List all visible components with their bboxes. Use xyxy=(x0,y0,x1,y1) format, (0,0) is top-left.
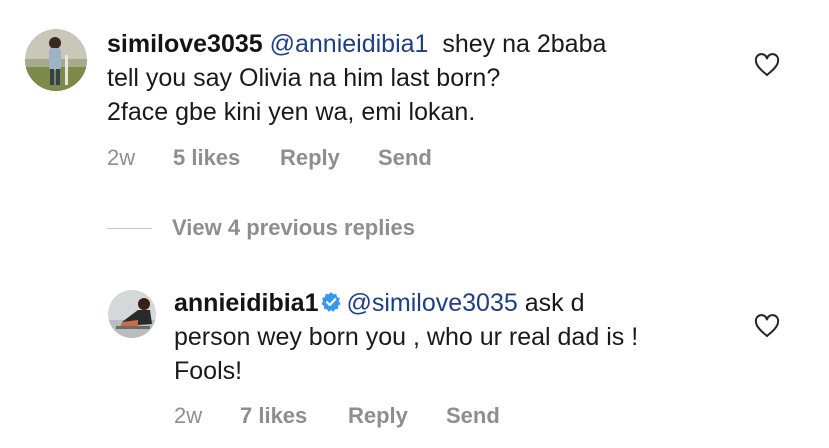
reply-heart-icon[interactable] xyxy=(754,314,780,338)
comment-meta: 2w 5 likes Reply Send xyxy=(107,145,432,171)
comment-reply-button[interactable]: Reply xyxy=(280,145,378,171)
reply-text-1: ask d xyxy=(524,289,585,317)
reply-text-3: Fools! xyxy=(174,357,243,385)
comment-text-1: shey na 2baba xyxy=(442,30,607,58)
replies-divider xyxy=(107,227,152,229)
comment-likes[interactable]: 5 likes xyxy=(173,145,280,171)
reply-send-button[interactable]: Send xyxy=(446,403,500,429)
view-previous-replies-button[interactable]: View 4 previous replies xyxy=(107,215,415,241)
reply-likes[interactable]: 7 likes xyxy=(240,403,348,429)
reply-body: annieidibia1 @similove3035 ask d person … xyxy=(174,286,744,388)
reply-line-1: annieidibia1 @similove3035 ask d xyxy=(174,286,744,320)
reply-mention[interactable]: @similove3035 xyxy=(346,289,517,317)
view-replies-label: View 4 previous replies xyxy=(172,215,415,240)
comment-send-button[interactable]: Send xyxy=(378,145,432,171)
comment-text-2: tell you say Olivia na him last born? xyxy=(107,64,501,92)
comment-mention[interactable]: @annieidibia1 xyxy=(270,30,429,58)
comment-body: similove3035 @annieidibia1 shey na 2baba… xyxy=(107,27,747,129)
comment-line-1: similove3035 @annieidibia1 shey na 2baba xyxy=(107,27,747,61)
reply-reply-button[interactable]: Reply xyxy=(348,403,446,429)
comment-text-3: 2face gbe kini yen wa, emi lokan. xyxy=(107,98,476,126)
comment-age: 2w xyxy=(107,145,136,170)
reply-age: 2w xyxy=(174,403,203,428)
comment-heart-icon[interactable] xyxy=(754,53,780,77)
comment-avatar[interactable] xyxy=(25,29,87,91)
reply-text-2: person wey born you , who ur real dad is… xyxy=(174,323,639,351)
comment-username[interactable]: similove3035 xyxy=(107,30,263,58)
verified-badge-icon xyxy=(321,292,341,312)
reply-username[interactable]: annieidibia1 xyxy=(174,289,318,317)
reply-avatar[interactable] xyxy=(108,290,156,338)
reply-meta: 2w 7 likes Reply Send xyxy=(174,403,500,429)
